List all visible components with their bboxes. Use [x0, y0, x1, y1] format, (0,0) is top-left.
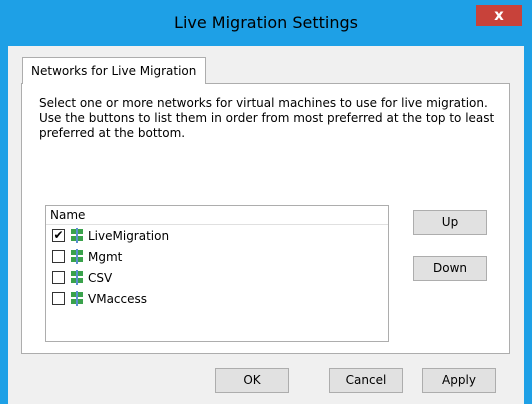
network-checkbox[interactable] [52, 292, 65, 305]
tab-panel: Select one or more networks for virtual … [21, 83, 510, 354]
tab-networks-for-live-migration[interactable]: Networks for Live Migration [22, 57, 206, 84]
list-item[interactable]: CSV [50, 268, 380, 288]
dialog-window: Live Migration Settings x Networks for L… [0, 0, 532, 404]
network-checkbox[interactable]: ✔ [52, 229, 65, 242]
network-label: CSV [88, 271, 113, 285]
network-checkbox[interactable] [52, 271, 65, 284]
dialog-client-area: Networks for Live Migration Select one o… [8, 46, 524, 404]
ok-button[interactable]: OK [215, 368, 289, 393]
network-icon [71, 291, 83, 306]
cancel-button[interactable]: Cancel [329, 368, 403, 393]
network-icon [71, 270, 83, 285]
network-list[interactable]: Name ✔ LiveMigration Mgmt CSV VMaccess [45, 205, 389, 342]
close-icon: x [494, 6, 504, 24]
network-icon [71, 228, 83, 243]
window-title: Live Migration Settings [174, 13, 358, 32]
title-bar[interactable]: Live Migration Settings x [0, 0, 532, 46]
network-label: Mgmt [88, 250, 123, 264]
close-button[interactable]: x [476, 5, 522, 26]
list-item[interactable]: VMaccess [50, 289, 380, 309]
network-icon [71, 249, 83, 264]
up-button[interactable]: Up [413, 210, 487, 235]
description-text: Select one or more networks for virtual … [39, 96, 495, 140]
network-label: LiveMigration [88, 229, 170, 243]
tab-label: Networks for Live Migration [31, 64, 197, 78]
list-item[interactable]: ✔ LiveMigration [50, 226, 380, 246]
column-header-name[interactable]: Name [46, 206, 388, 225]
down-button[interactable]: Down [413, 256, 487, 281]
checkmark-icon: ✔ [53, 228, 64, 242]
network-checkbox[interactable] [52, 250, 65, 263]
column-header-label: Name [50, 208, 86, 222]
apply-button[interactable]: Apply [422, 368, 496, 393]
network-label: VMaccess [88, 292, 147, 306]
list-item[interactable]: Mgmt [50, 247, 380, 267]
